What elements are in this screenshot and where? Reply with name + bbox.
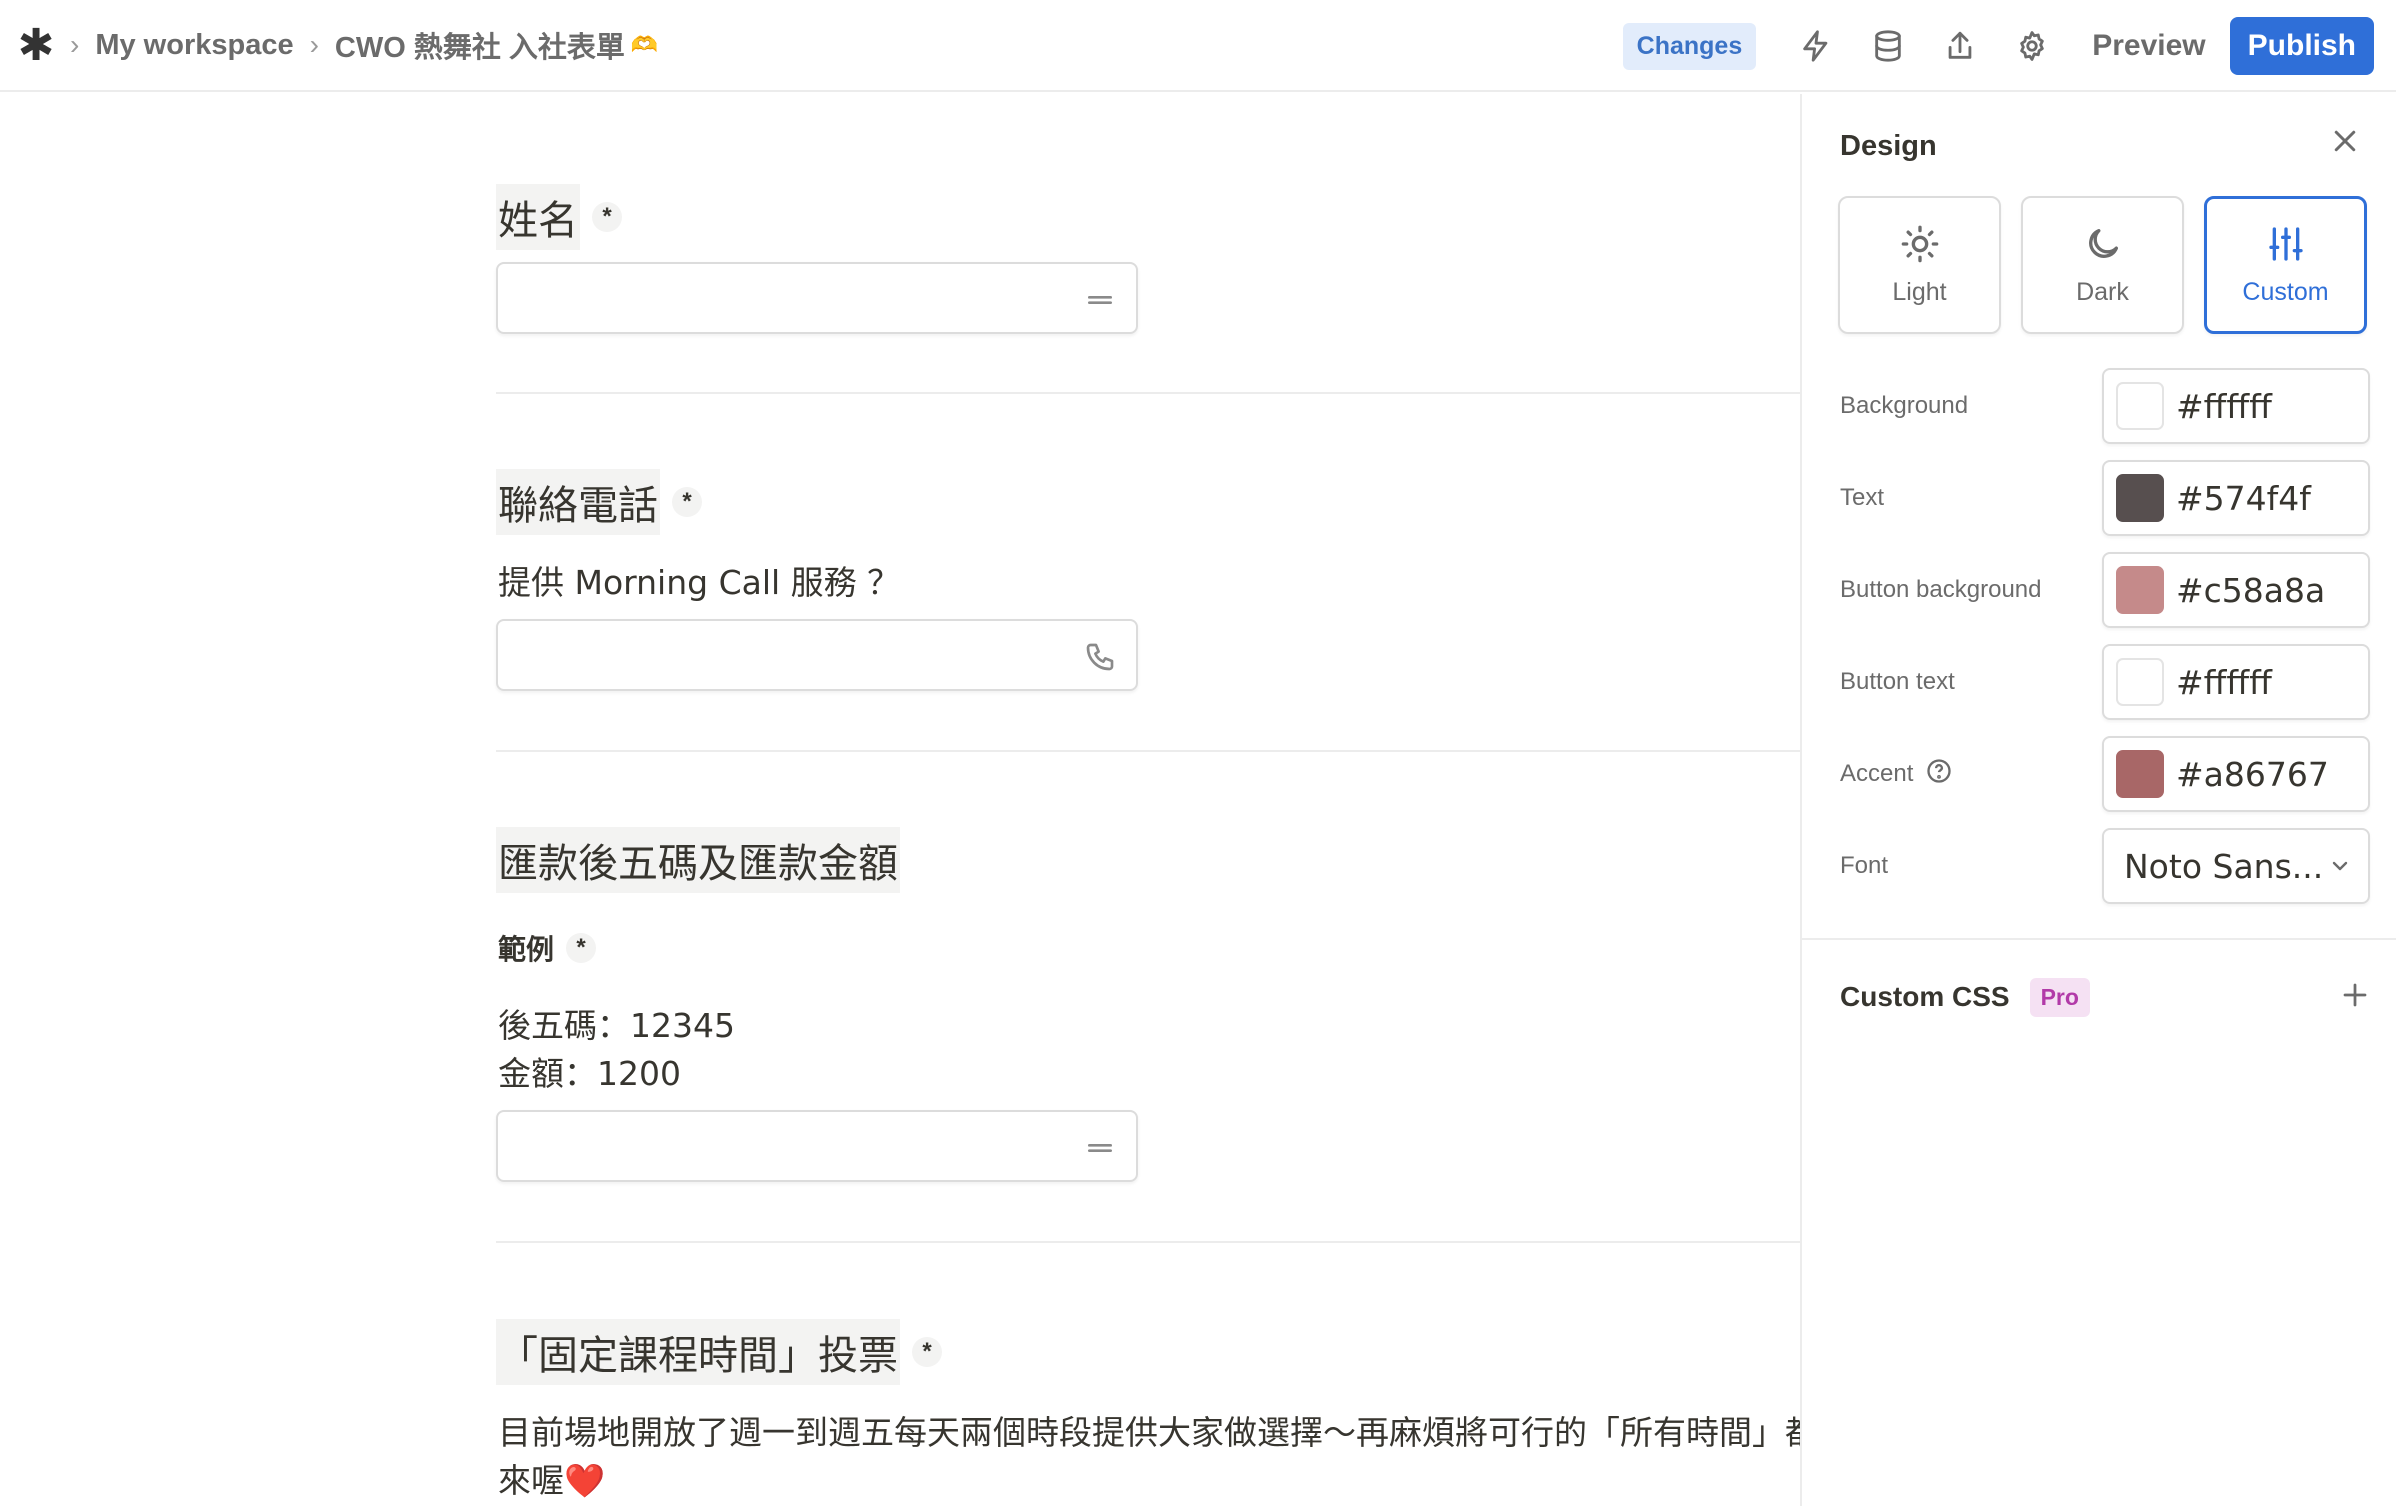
setting-button-text: Button text #ffffff (1840, 644, 2370, 720)
setting-background: Background #ffffff (1840, 368, 2370, 444)
question-divider (496, 750, 1800, 752)
required-mark: * (566, 933, 597, 963)
color-swatch[interactable] (2116, 382, 2164, 430)
name-input[interactable] (496, 262, 1138, 334)
phone-input[interactable] (496, 619, 1138, 691)
question-divider (496, 1241, 1800, 1243)
color-hex-value[interactable]: #a86767 (2176, 755, 2329, 794)
question-title[interactable]: 匯款後五碼及匯款金額 (496, 827, 900, 893)
custom-css-title: Custom CSS (1840, 981, 2010, 1012)
theme-dark-label: Dark (2076, 277, 2129, 306)
short-text-icon (1084, 1132, 1116, 1164)
setting-label: Text (1840, 484, 1885, 511)
custom-css-row[interactable]: Custom CSS Pro (1840, 972, 2370, 1022)
preview-button[interactable]: Preview (2068, 29, 2229, 63)
question-title-row: 「固定課程時間」投票 * (496, 1319, 942, 1385)
question-sub-label-row: 範例 * (498, 928, 597, 968)
lightning-icon[interactable] (1780, 14, 1852, 78)
question-title[interactable]: 「固定課程時間」投票 (496, 1319, 900, 1385)
database-icon[interactable] (1852, 14, 1924, 78)
required-mark: * (592, 202, 622, 232)
question-description-line[interactable]: 來喔❤️ (498, 1454, 605, 1502)
question-description-line[interactable]: 後五碼：12345 (498, 999, 735, 1047)
color-swatch[interactable] (2116, 658, 2164, 706)
button-background-color-input[interactable]: #c58a8a (2102, 552, 2370, 628)
theme-light-label: Light (1892, 277, 1947, 306)
setting-label: Background (1840, 392, 1969, 419)
background-color-input[interactable]: #ffffff (2102, 368, 2370, 444)
plus-icon[interactable] (2340, 980, 2370, 1015)
setting-label: Button text (1840, 668, 1955, 695)
phone-icon (1084, 641, 1116, 673)
question-sub-label[interactable]: 範例 (498, 928, 554, 968)
font-select-value: Noto Sans... (2124, 846, 2324, 886)
top-actions: Changes Preview Publish (1622, 14, 2374, 78)
question-description[interactable]: 提供 Morning Call 服務 ？ (498, 556, 900, 604)
sliders-icon (2268, 226, 2303, 261)
color-hex-value[interactable]: #574f4f (2176, 479, 2311, 518)
color-swatch[interactable] (2116, 566, 2164, 614)
gear-icon[interactable] (1996, 14, 2068, 78)
chevron-right-icon: › (70, 29, 80, 60)
setting-label: Accent (1840, 760, 1914, 787)
question-title-row: 姓名 * (496, 184, 622, 250)
required-mark: * (912, 1337, 942, 1367)
text-color-input[interactable]: #574f4f (2102, 460, 2370, 536)
breadcrumb-form-title[interactable]: CWO 熱舞社 入社表單 (335, 24, 625, 66)
color-swatch[interactable] (2116, 474, 2164, 522)
setting-label: Button background (1840, 576, 2042, 603)
custom-css-heading: Custom CSS Pro (1840, 977, 2090, 1017)
heart-hands-emoji: 🫶 (630, 32, 659, 57)
panel-title: Design (1840, 130, 1937, 162)
heart-emoji: ❤️ (564, 1461, 606, 1500)
close-icon[interactable] (2330, 126, 2360, 156)
question-title[interactable]: 聯絡電話 (496, 469, 660, 535)
question-divider (496, 392, 1800, 394)
setting-label-accent: Accent (1840, 757, 1953, 792)
chevron-right-icon: › (309, 29, 319, 60)
theme-custom-label: Custom (2242, 277, 2329, 306)
color-hex-value[interactable]: #c58a8a (2176, 571, 2325, 610)
theme-selector: Light Dark Custom (1838, 196, 2367, 334)
question-description-line[interactable]: 目前場地開放了週一到週五每天兩個時段提供大家做選擇～再麻煩將可行的「所有時間」都… (498, 1406, 1800, 1454)
question-title-row: 匯款後五碼及匯款金額 (496, 827, 900, 893)
help-icon[interactable] (1925, 757, 1953, 792)
sun-icon (1901, 225, 1938, 262)
setting-accent: Accent #a86767 (1840, 736, 2370, 812)
setting-button-background: Button background #c58a8a (1840, 552, 2370, 628)
design-panel: Design Light Dark Custom Background #fff… (1800, 94, 2396, 1506)
moon-icon (2088, 228, 2118, 258)
chevron-down-icon (2332, 861, 2348, 871)
transfer-input[interactable] (496, 1110, 1138, 1182)
panel-divider (1802, 938, 2396, 940)
app-logo-icon[interactable]: ✱ (18, 21, 55, 70)
setting-text: Text #574f4f (1840, 460, 2370, 536)
question-description-text: 來喔 (498, 1461, 564, 1500)
required-mark: * (672, 487, 702, 517)
theme-custom-card[interactable]: Custom (2204, 196, 2367, 334)
font-select[interactable]: Noto Sans... (2102, 828, 2370, 904)
changes-badge[interactable]: Changes (1622, 22, 1757, 70)
breadcrumb-workspace[interactable]: My workspace (95, 29, 293, 62)
setting-font: Font Noto Sans... (1840, 828, 2370, 904)
form-canvas: 姓名 * 聯絡電話 * 提供 Morning Call 服務 ？ 匯款後五碼及匯… (0, 94, 1800, 1506)
question-title[interactable]: 姓名 (496, 184, 580, 250)
pro-badge: Pro (2029, 977, 2090, 1017)
theme-dark-card[interactable]: Dark (2021, 196, 2184, 334)
share-icon[interactable] (1924, 14, 1996, 78)
color-hex-value[interactable]: #ffffff (2176, 663, 2272, 702)
color-hex-value[interactable]: #ffffff (2176, 387, 2272, 426)
accent-color-input[interactable]: #a86767 (2102, 736, 2370, 812)
top-bar: ✱ › My workspace › CWO 熱舞社 入社表單 🫶 Change… (0, 0, 2396, 92)
question-description-line[interactable]: 金額：1200 (498, 1047, 681, 1095)
short-text-icon (1084, 284, 1116, 316)
publish-button[interactable]: Publish (2229, 17, 2374, 75)
question-title-row: 聯絡電話 * (496, 469, 702, 535)
theme-light-card[interactable]: Light (1838, 196, 2001, 334)
button-text-color-input[interactable]: #ffffff (2102, 644, 2370, 720)
color-swatch[interactable] (2116, 750, 2164, 798)
setting-label: Font (1840, 852, 1889, 879)
